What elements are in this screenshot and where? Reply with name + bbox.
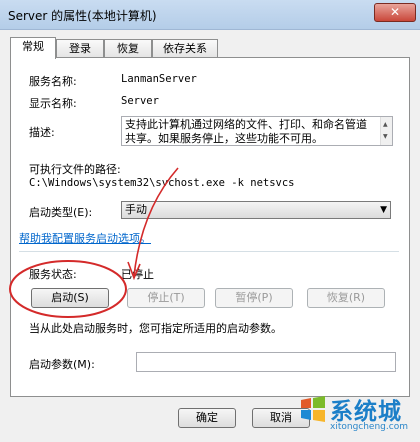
annotation-overlay (9, 167, 179, 318)
tab-general[interactable]: 常规 (10, 37, 56, 59)
watermark-text: 系统城 (330, 399, 402, 425)
annotation-arrow-line (133, 167, 179, 277)
windows-logo-icon (301, 396, 325, 422)
watermark-url: xitongcheng.com (330, 422, 408, 432)
annotation-circle (9, 260, 127, 318)
watermark: 系统城 xitongcheng.com (296, 386, 420, 442)
